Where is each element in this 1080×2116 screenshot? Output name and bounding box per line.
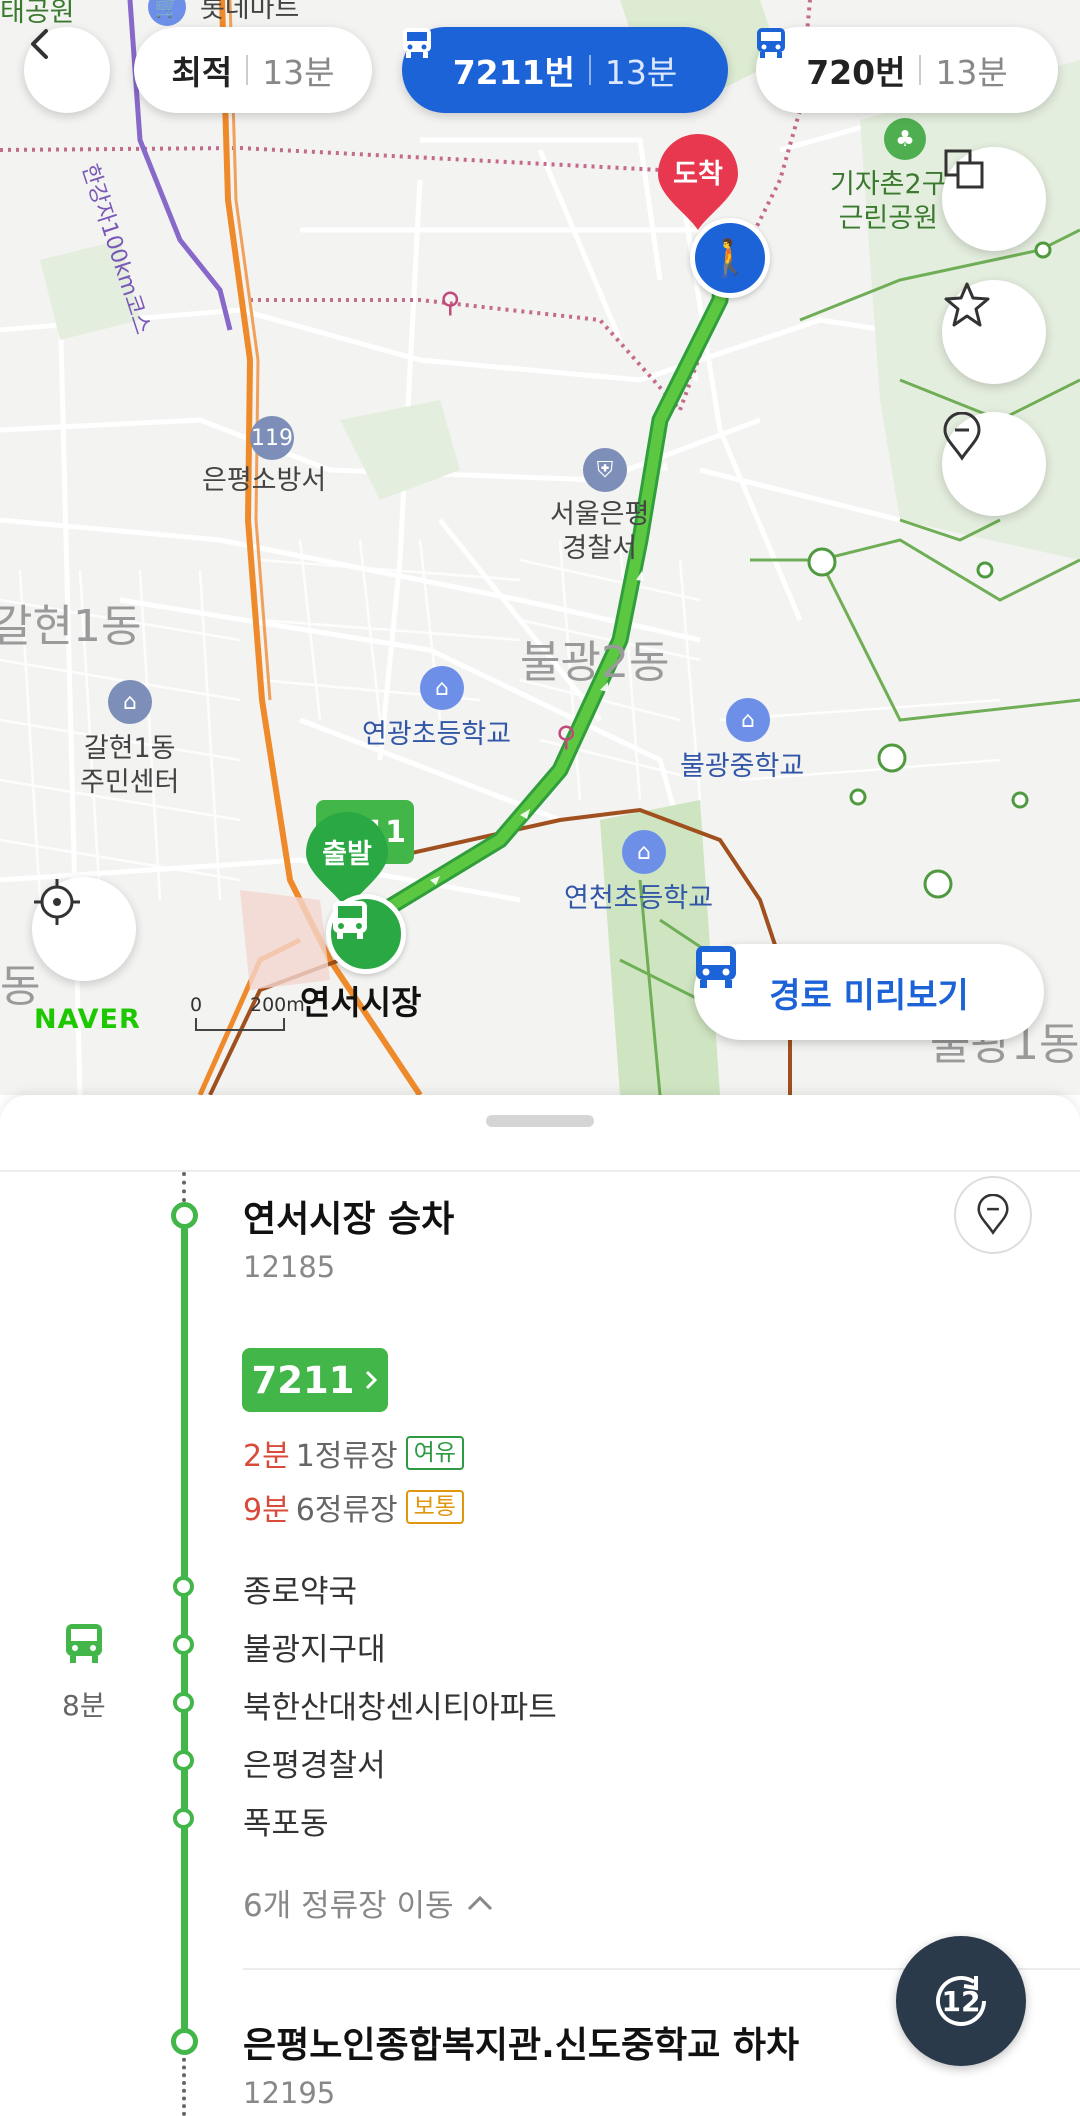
school-icon: ⌂: [726, 698, 770, 742]
naver-logo: NAVER: [34, 1004, 141, 1035]
arrival-info-1: 2분 1정류장 여유: [243, 1431, 464, 1475]
tab-bus-720-label: 720번: [806, 53, 906, 92]
my-location-button[interactable]: [32, 877, 136, 981]
stop-list-toggle[interactable]: 6개 정류장 이동: [243, 1880, 494, 1925]
board-stop-name: 연서시장 승차: [243, 1199, 455, 1240]
list-item: 은평경찰서: [243, 1748, 386, 1784]
tab-divider: [588, 55, 591, 85]
favorite-button[interactable]: [942, 280, 1046, 384]
alight-stop-dot: [171, 2028, 198, 2055]
map-label-galhyeon-center: 갈현1동 주민센터: [80, 733, 180, 798]
police-icon: ⛨: [583, 448, 627, 492]
arrival-1-status: 여유: [405, 1436, 464, 1470]
tab-bus-7211-label: 7211번: [452, 53, 575, 92]
tab-optimal-label: 최적: [171, 53, 233, 92]
svg-text:⚲: ⚲: [440, 286, 461, 319]
map-label-fire-station: 은평소방서: [202, 465, 327, 496]
bus-timeline-line: [181, 1212, 188, 2036]
school-icon: ⌂: [622, 830, 666, 874]
map-layers-button[interactable]: [942, 147, 1046, 251]
scale-distance: 200m: [250, 994, 305, 1016]
walk-dots-bottom: [182, 2050, 190, 2116]
crosshair-icon: [34, 879, 80, 925]
stop-dot: [173, 1692, 194, 1713]
sheet-divider: [0, 1170, 1080, 1172]
bus-icon: [696, 946, 736, 988]
list-item: 폭포동: [243, 1806, 329, 1842]
board-stop-dot: [171, 1202, 198, 1229]
alight-stop-name: 은평노인종합복지관.신도중학교 하차: [243, 2025, 800, 2066]
chevron-left-icon: [31, 29, 48, 59]
svg-text:⚲: ⚲: [556, 720, 577, 753]
arrival-marker-label: 도착: [673, 159, 723, 190]
stop-dot: [173, 1634, 194, 1655]
tab-bus-720[interactable]: 720번 13분: [756, 27, 1058, 113]
arrival-2-time: 9분: [243, 1493, 290, 1528]
arrival-2-status: 보통: [405, 1490, 464, 1524]
fire-station-icon: 119: [250, 416, 294, 460]
map-label-bulgwang2: 불광2동: [520, 637, 670, 688]
chevron-up-icon: [467, 1895, 492, 1910]
list-item: 종로약국: [243, 1574, 358, 1610]
chevron-right-icon: [366, 1370, 378, 1390]
map-pin-icon: [943, 412, 981, 461]
tab-divider: [246, 55, 249, 85]
stop-dot: [173, 1576, 194, 1597]
arrival-info-2: 9분 6정류장 보통: [243, 1485, 464, 1529]
ride-time: 8분: [62, 1689, 106, 1722]
stop-dot: [173, 1750, 194, 1771]
back-button[interactable]: [24, 27, 110, 113]
map-label-galhyeon-dong: 갈현1동: [0, 601, 142, 652]
refresh-timer-button[interactable]: 12: [896, 1936, 1026, 2066]
list-item: 북한산대창센시티아파트: [243, 1690, 557, 1726]
bus-icon: [403, 28, 431, 58]
walk-dots-top: [182, 1172, 190, 1202]
location-pin-button[interactable]: [942, 412, 1046, 516]
bus-stop-marker-icon: [326, 894, 406, 974]
tab-optimal-time: 13분: [262, 53, 335, 92]
map-label-yeoncheon-elem: 연천초등학교: [564, 883, 714, 914]
departure-marker-label: 출발: [322, 839, 372, 870]
route-preview-button[interactable]: 경로 미리보기: [694, 944, 1044, 1040]
stop-list-toggle-label: 6개 정류장 이동: [243, 1888, 454, 1924]
map-label-gijachon: 기자촌2구 근린공원: [830, 169, 947, 234]
stop-dot: [173, 1808, 194, 1829]
layers-icon: [944, 149, 984, 189]
bus-icon: [64, 1622, 104, 1670]
bus-number-badge[interactable]: 7211: [242, 1348, 388, 1412]
arrival-1-stops: 1정류장: [295, 1439, 398, 1474]
map-label-bulgwang-mid: 불광중학교: [680, 751, 805, 782]
community-center-icon: ⌂: [108, 680, 152, 724]
arrival-1-time: 2분: [243, 1439, 290, 1474]
map-view[interactable]: ⚲ ⚲ 태공원 🛒 롯데마트 한강자100km코스 ♣ 기자촌2구 근린공원 1…: [0, 0, 1080, 1095]
map-pin-icon: [977, 1194, 1009, 1235]
tab-bus-7211[interactable]: 7211번 13분: [402, 27, 728, 113]
map-label-mart: 롯데마트: [200, 0, 300, 24]
alight-stop-id: 12195: [243, 2076, 336, 2110]
map-label-yeongwang-elem: 연광초등학교: [362, 719, 512, 750]
map-label-left-dong: 동: [0, 961, 41, 1012]
bus-icon: [757, 28, 785, 58]
map-canvas: ⚲ ⚲: [0, 0, 1080, 1095]
map-label-police: 서울은평 경찰서: [550, 499, 650, 564]
tab-bus-7211-time: 13분: [604, 53, 678, 92]
school-icon: ⌂: [420, 666, 464, 710]
board-stop-location-button[interactable]: [954, 1176, 1032, 1254]
arrival-2-stops: 6정류장: [295, 1493, 398, 1528]
map-label-yeonseo-market: 연서시장: [300, 983, 422, 1022]
tab-bus-720-time: 13분: [935, 53, 1008, 92]
list-item: 불광지구대: [243, 1632, 386, 1668]
park-icon: ♣: [884, 118, 926, 160]
map-label-park: 태공원: [0, 0, 75, 28]
walk-icon: 🚶: [690, 218, 770, 298]
board-stop-id: 12185: [243, 1250, 336, 1284]
scale-zero: 0: [190, 994, 203, 1016]
sheet-drag-handle[interactable]: [486, 1115, 594, 1127]
star-icon: [944, 282, 990, 327]
tab-optimal[interactable]: 최적 13분: [134, 27, 372, 113]
bus-number: 7211: [251, 1358, 355, 1402]
route-preview-label: 경로 미리보기: [769, 975, 969, 1016]
refresh-timer-count: 12: [941, 1984, 981, 2018]
tab-divider: [919, 55, 922, 85]
